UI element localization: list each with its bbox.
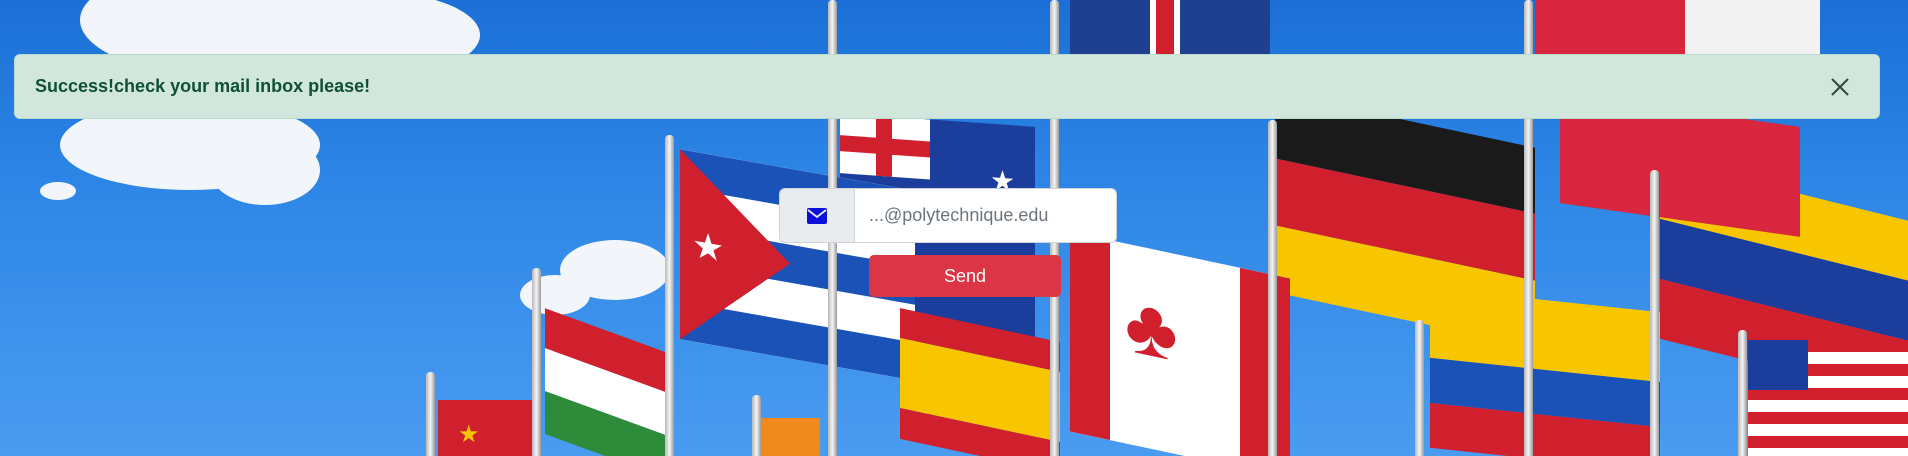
flagpole <box>1415 320 1424 456</box>
flag-hungary <box>545 308 665 456</box>
flag-spain <box>900 307 1060 456</box>
flagpole <box>1268 120 1277 456</box>
flag-china: ★ <box>438 400 538 456</box>
flagpole <box>532 268 541 456</box>
flagpole <box>752 395 761 456</box>
cloud <box>520 275 590 315</box>
flag-canada: ♣ <box>1070 231 1290 456</box>
send-button[interactable]: Send <box>869 255 1061 297</box>
close-icon[interactable] <box>1827 74 1853 100</box>
cloud <box>40 182 76 200</box>
flag-orange <box>760 418 820 456</box>
flagpole <box>426 372 435 456</box>
envelope-icon <box>780 189 855 242</box>
alert-message: Success!check your mail inbox please! <box>35 76 371 96</box>
flag-colombia <box>1430 287 1660 456</box>
flagpole <box>1738 330 1747 456</box>
email-input[interactable] <box>855 189 1116 242</box>
email-input-group <box>779 188 1117 243</box>
flagpole <box>665 135 674 456</box>
success-alert: Success!check your mail inbox please! <box>14 54 1880 119</box>
page: ★ ★ ★ <box>0 0 1908 456</box>
flagpole <box>1650 170 1659 456</box>
flag-usa <box>1748 340 1908 456</box>
cloud <box>210 135 320 205</box>
flag-red-white <box>1535 0 1820 55</box>
flag-uk <box>1070 0 1270 55</box>
